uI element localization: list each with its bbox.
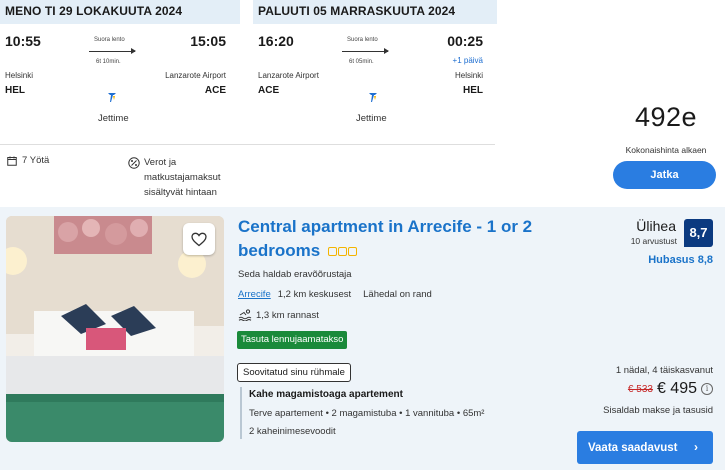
return-arr-time: 00:25 [447,33,483,49]
score-badge: 8,7 [684,219,713,247]
hotel-name-text[interactable]: Central apartment in Arrecife - 1 or 2 b… [238,217,532,260]
room-info-bar [240,387,242,439]
continue-button[interactable]: Jatka [613,161,716,189]
return-direct-label: Suora lento [347,37,378,43]
return-times: 16:20 Suora lento 6t 05min. 00:25 +1 päi… [253,24,497,124]
beach-distance-row: 1,3 km rannast [238,309,319,321]
return-airline-name: Jettime [356,113,387,124]
view-availability-label: Vaata saadavust [588,441,678,454]
info-icon[interactable]: i [701,383,713,395]
total-price: 492e [634,102,698,132]
outbound-arr-code: ACE [204,85,226,96]
managed-by: Seda haldab eravõõrustaja [238,269,352,280]
favorite-button[interactable] [183,223,215,255]
hotel-name[interactable]: Central apartment in Arrecife - 1 or 2 b… [238,215,583,263]
return-dep-code: ACE [258,85,280,96]
outbound-header: MENO TI 29 LOKAKUUTA 2024 [0,0,240,24]
view-availability-button[interactable]: Vaata saadavust › [577,431,713,464]
nights-label: 7 Yötä [22,155,50,166]
return-arr-code: HEL [463,85,483,96]
location-link[interactable]: Arrecife [238,289,271,300]
location-row: Arrecife 1,2 km keskusest Lähedal on ran… [238,289,432,300]
outbound-duration: 6t 10min. [96,59,121,65]
star-icon [327,247,337,257]
free-transfer-badge: Tasuta lennujaamatakso [237,331,348,349]
calendar-icon [7,156,17,166]
price-from-label: Kokonaishinta alkaen [625,145,707,155]
suited-group-badge: Soovitatud sinu rühmale [237,363,351,382]
cleanliness-score: Hubasus 8,8 [648,254,713,266]
near-sea: Lähedal on rand [363,289,432,300]
rating-word: Ülihea [636,218,676,234]
outbound-airline-name: Jettime [98,113,129,124]
beach-distance: 1,3 km rannast [256,309,319,321]
outbound-arr-time: 15:05 [190,33,226,49]
outbound-dep-city: Helsinki [5,71,34,80]
return-header: PALUUTI 05 MARRASKUUTA 2024 [253,0,497,24]
includes-taxes: Sisaldab makse ja tasusid [603,405,713,416]
outbound-dep-time: 10:55 [5,33,41,49]
room-title: Kahe magamistoaga apartement [249,389,403,400]
tax-icon [128,157,140,169]
outbound-direct-label: Suora lento [94,37,125,43]
nights-info: 7 Yötä [7,155,49,166]
heart-icon [191,232,207,246]
flights-divider [0,144,495,145]
reviews-count[interactable]: 10 arvustust [614,236,677,246]
outbound-dep-code: HEL [5,85,25,96]
star-icon [347,247,357,257]
room-description: Terve apartement • 2 magamistuba • 1 van… [249,408,485,419]
taxes-info: Verot ja matkustajamaksut sisältyvät hin… [128,155,228,200]
outbound-arr-city: Lanzarote Airport [165,71,226,80]
return-route-arrow-icon [342,48,389,54]
airline-logo-icon [369,93,377,102]
duration-guests: 1 nädal, 4 täiskasvanut [615,365,713,376]
return-dep-time: 16:20 [258,33,294,49]
return-plus-day: +1 päivä [452,56,483,65]
hotel-stars [327,247,357,257]
hotel-price-row: € 533 € 495 i [560,380,713,398]
return-dep-city: Lanzarote Airport [258,71,319,80]
taxes-label: Verot ja matkustajamaksut sisältyvät hin… [144,157,221,198]
return-arr-city: Helsinki [454,71,483,80]
outbound-flight: MENO TI 29 LOKAKUUTA 2024 10:55 Suora le… [0,0,240,124]
old-price: € 533 [627,383,653,395]
outbound-route-arrow-icon [89,48,136,54]
return-duration: 6t 05min. [349,59,374,65]
room-beds: 2 kaheinimesevoodit [249,426,336,437]
distance-center: 1,2 km keskusest [277,289,352,300]
swimmer-icon [238,309,252,321]
star-icon [337,247,347,257]
outbound-times: 10:55 Suora lento 6t 10min. 15:05 Helsin… [0,24,240,124]
airline-logo-icon [108,93,116,102]
new-price: € 495 [656,380,697,397]
return-flight: PALUUTI 05 MARRASKUUTA 2024 16:20 Suora … [253,0,497,124]
chevron-right-icon: › [694,440,698,454]
